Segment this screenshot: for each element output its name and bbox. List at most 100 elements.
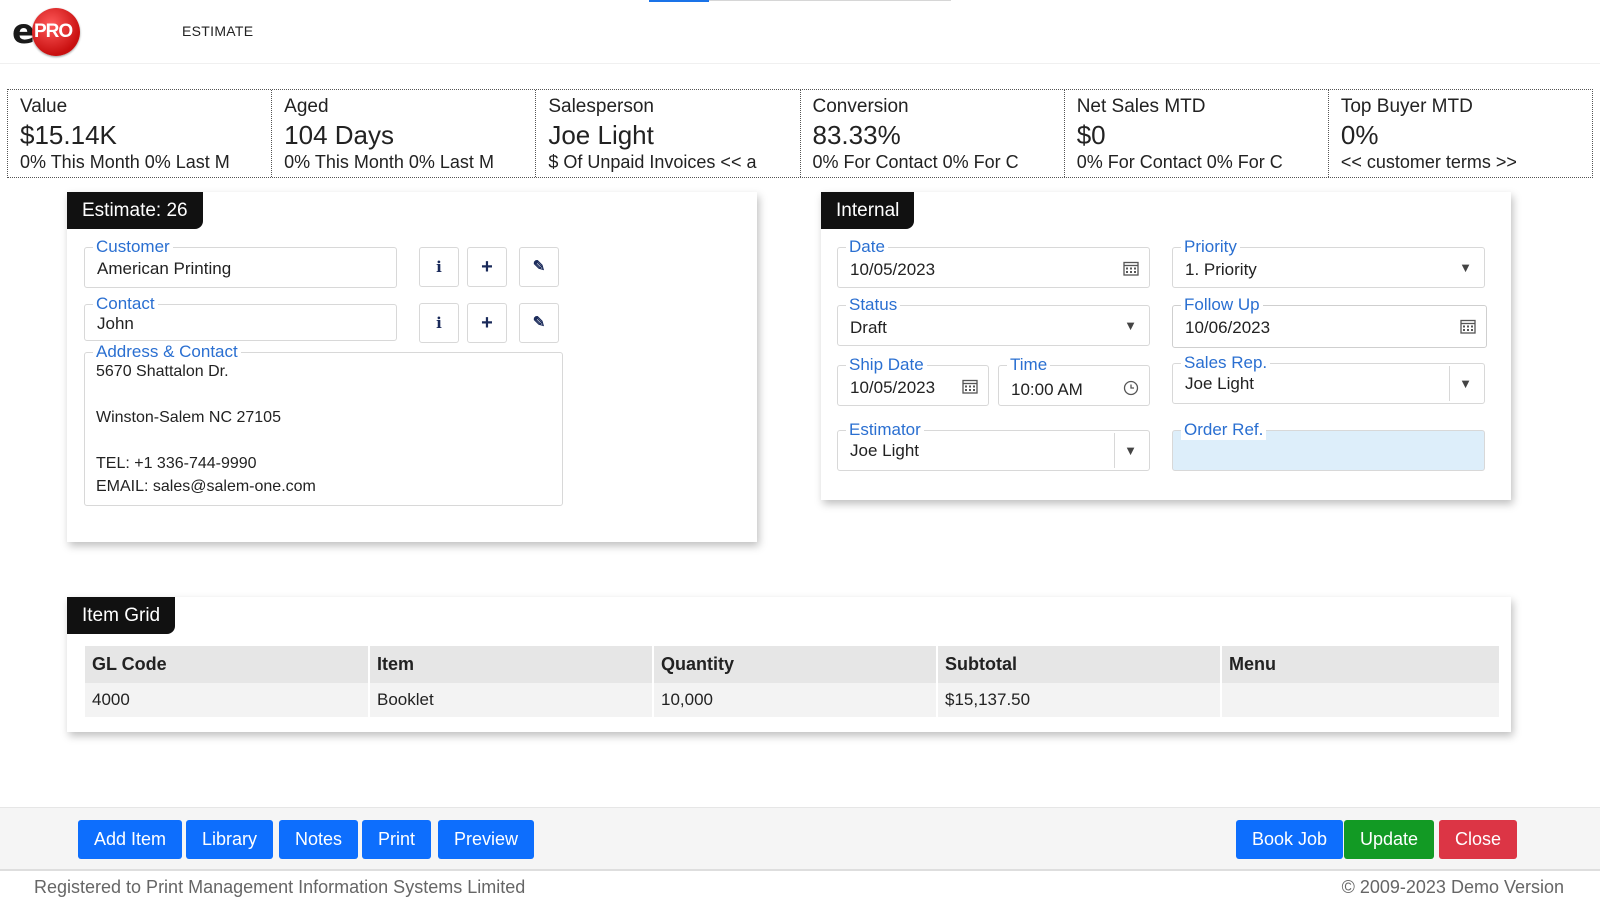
- footer-registration: Registered to Print Management Informati…: [34, 877, 526, 897]
- contact-edit-button[interactable]: ✎: [519, 303, 559, 343]
- column-header-item[interactable]: Item: [369, 646, 654, 683]
- close-button[interactable]: Close: [1439, 820, 1518, 859]
- kpi-sub: 0% This Month 0% Last M: [20, 152, 230, 172]
- priority-select[interactable]: Priority 1. Priority ▼: [1172, 237, 1485, 288]
- book-job-button[interactable]: Book Job: [1236, 820, 1344, 859]
- kpi-number: $0: [1076, 120, 1106, 150]
- customer-add-button[interactable]: +: [467, 247, 507, 287]
- plus-icon: +: [481, 312, 493, 334]
- address-label: Address & Contact: [93, 342, 241, 362]
- epro-logo[interactable]: e PRO: [12, 8, 82, 56]
- column-header-subtotal[interactable]: Subtotal: [937, 646, 1222, 683]
- kpi-sub: 0% For Contact 0% For C: [812, 152, 1019, 172]
- kpi-number: 83.33%: [812, 120, 901, 150]
- column-header-gl-code[interactable]: GL Code: [85, 646, 370, 683]
- contact-field[interactable]: Contact John: [84, 294, 397, 341]
- estimator-select[interactable]: Estimator Joe Light ▼: [837, 420, 1150, 471]
- address-contact-box[interactable]: Address & Contact 5670 Shattalon Dr. Win…: [84, 342, 563, 506]
- kpi-number: $15.14K: [20, 120, 117, 150]
- priority-value: 1. Priority: [1185, 260, 1257, 279]
- library-button[interactable]: Library: [186, 820, 274, 859]
- kpi-conversion[interactable]: Conversion 83.33% 0% For Contact 0% For …: [801, 90, 1065, 177]
- footer-copyright: © 2009-2023 Demo Version: [1341, 877, 1564, 897]
- print-button[interactable]: Print: [362, 820, 432, 859]
- kpi-top-buyer[interactable]: Top Buyer MTD 0% << customer terms >>: [1329, 90, 1592, 177]
- time-label: Time: [1007, 355, 1051, 375]
- update-button[interactable]: Update: [1344, 820, 1435, 859]
- kpi-number: 104 Days: [284, 120, 395, 150]
- kpi-value[interactable]: Value $15.14K 0% This Month 0% Last M: [8, 90, 273, 177]
- kpi-label: Salesperson: [548, 96, 654, 117]
- kpi-aged[interactable]: Aged 104 Days 0% This Month 0% Last M: [272, 90, 537, 177]
- customer-value: American Printing: [97, 259, 232, 278]
- kpi-salesperson[interactable]: Salesperson Joe Light $ Of Unpaid Invoic…: [536, 90, 801, 177]
- ship-date-value: 10/05/2023: [850, 378, 936, 397]
- kpi-label: Value: [20, 96, 68, 117]
- time-field[interactable]: Time 10:00 AM: [998, 355, 1150, 406]
- kpi-sub: 0% This Month 0% Last M: [284, 152, 494, 172]
- info-icon: i: [436, 314, 442, 332]
- order-ref-label: Order Ref.: [1181, 420, 1267, 440]
- date-label: Date: [846, 237, 888, 257]
- column-header-quantity[interactable]: Quantity: [653, 646, 938, 683]
- select-divider: [1114, 433, 1115, 468]
- estimate-tab: Estimate: 26: [67, 192, 203, 229]
- address-email: EMAIL: sales@salem-one.com: [96, 478, 316, 495]
- kpi-sub: 0% For Contact 0% For C: [1076, 152, 1283, 172]
- status-select[interactable]: Status Draft ▼: [837, 295, 1150, 346]
- sales-rep-label: Sales Rep.: [1181, 353, 1271, 373]
- table-row[interactable]: 4000 Booklet 10,000 $15,137.50: [85, 683, 1501, 717]
- estimator-value: Joe Light: [850, 441, 919, 460]
- date-field[interactable]: Date 10/05/2023: [837, 237, 1150, 288]
- ship-date-field[interactable]: Ship Date 10/05/2023: [837, 355, 989, 406]
- cell-subtotal: $15,137.50: [937, 683, 1222, 717]
- kpi-sub: << customer terms >>: [1340, 152, 1517, 172]
- calendar-icon[interactable]: [1123, 260, 1139, 276]
- address-phone: TEL: +1 336-744-9990: [96, 455, 257, 472]
- priority-label: Priority: [1181, 237, 1240, 257]
- contact-label: Contact: [93, 294, 158, 314]
- kpi-net-sales[interactable]: Net Sales MTD $0 0% For Contact 0% For C: [1065, 90, 1329, 177]
- plus-icon: +: [481, 256, 493, 278]
- clock-icon[interactable]: [1123, 380, 1139, 396]
- calendar-icon[interactable]: [962, 378, 978, 394]
- kpi-number: Joe Light: [548, 120, 654, 150]
- chevron-down-icon: ▼: [1459, 376, 1472, 391]
- info-icon: i: [436, 258, 442, 276]
- contact-info-button[interactable]: i: [419, 303, 459, 343]
- customer-info-button[interactable]: i: [419, 247, 459, 287]
- follow-up-value: 10/06/2023: [1185, 318, 1271, 337]
- active-tab-indicator: [649, 0, 709, 2]
- tab-track: [709, 0, 951, 1]
- customer-edit-button[interactable]: ✎: [519, 247, 559, 287]
- estimate-panel: Estimate: 26 Customer American Printing …: [67, 192, 757, 542]
- item-grid-tab: Item Grid: [67, 597, 176, 634]
- status-label: Status: [846, 295, 901, 315]
- item-grid-table: GL Code Item Quantity Subtotal Menu 4000…: [85, 646, 1501, 717]
- status-value: Draft: [850, 318, 887, 337]
- contact-value: John: [97, 314, 134, 333]
- follow-up-field[interactable]: Follow Up 10/06/2023: [1172, 295, 1487, 348]
- contact-add-button[interactable]: +: [467, 303, 507, 343]
- calendar-icon[interactable]: [1460, 318, 1476, 334]
- table-header-row: GL Code Item Quantity Subtotal Menu: [85, 646, 1501, 683]
- order-ref-field[interactable]: Order Ref.: [1172, 420, 1485, 471]
- column-header-menu[interactable]: Menu: [1221, 646, 1501, 683]
- cell-item: Booklet: [369, 683, 654, 717]
- address-line-2: Winston-Salem NC 27105: [96, 409, 281, 426]
- cell-gl-code: 4000: [85, 683, 370, 717]
- kpi-number: 0%: [1340, 120, 1379, 150]
- estimator-label: Estimator: [846, 420, 924, 440]
- pencil-icon: ✎: [532, 314, 546, 331]
- sales-rep-select[interactable]: Sales Rep. Joe Light ▼: [1172, 353, 1485, 404]
- action-bar: Add Item Library Notes Print Preview Boo…: [0, 807, 1600, 869]
- cell-menu[interactable]: [1221, 683, 1501, 717]
- kpi-strip: Value $15.14K 0% This Month 0% Last M Ag…: [7, 89, 1593, 178]
- notes-button[interactable]: Notes: [279, 820, 359, 859]
- customer-field[interactable]: Customer American Printing: [84, 237, 397, 288]
- select-divider: [1449, 366, 1450, 401]
- chevron-down-icon: ▼: [1459, 260, 1472, 275]
- sales-rep-value: Joe Light: [1185, 374, 1254, 393]
- add-item-button[interactable]: Add Item: [78, 820, 183, 859]
- preview-button[interactable]: Preview: [438, 820, 535, 859]
